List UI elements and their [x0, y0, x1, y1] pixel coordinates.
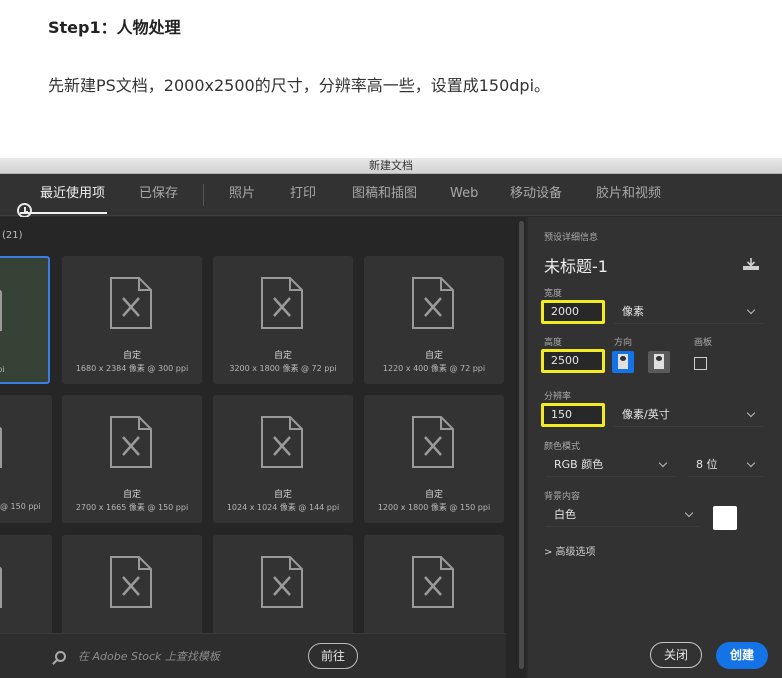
unit-dropdown[interactable]: 像素: [614, 300, 764, 324]
document-icon: [261, 277, 303, 329]
tile-name: 自定: [273, 351, 292, 361]
tab-film-video[interactable]: 胶片和视频: [596, 174, 661, 216]
preset-tile[interactable]: 2 72 ppi: [0, 256, 50, 384]
tile-name: 自定: [122, 351, 141, 361]
preset-tile[interactable]: @ 150 ppi: [0, 395, 52, 523]
tile-dims: 1200 x 1800 像素 @ 150 ppi: [377, 503, 491, 512]
color-mode-value: RGB 颜色: [554, 458, 604, 471]
color-mode-label: 颜色模式: [544, 442, 581, 452]
document-name[interactable]: 未标题-1: [544, 253, 608, 277]
tab-web[interactable]: Web: [450, 174, 478, 216]
tile-dims: 1220 x 400 像素 @ 72 ppi: [382, 364, 486, 373]
bit-depth-dropdown[interactable]: 8 位: [688, 453, 764, 477]
tile-dims: 2 72 ppi: [0, 365, 5, 374]
recent-count: (21): [2, 230, 23, 241]
document-icon: [261, 416, 303, 468]
height-label: 高度: [544, 338, 563, 348]
document-icon: [110, 277, 152, 329]
chevron-down-icon: [746, 305, 756, 315]
new-document-dialog: 新建文档 最近使用项 已保存 照片 打印 图稿和插图 Web 移动设备 胶片和视…: [0, 158, 782, 678]
preset-tile[interactable]: 自定 1680 x 2384 像素 @ 300 ppi: [62, 256, 202, 384]
tile-dims: 3200 x 1800 像素 @ 72 ppi: [229, 364, 337, 373]
preset-tile[interactable]: 自定 2700 x 1665 像素 @ 150 ppi: [62, 395, 202, 523]
preset-tile[interactable]: 自定 1024 x 1024 像素 @ 144 ppi: [213, 395, 353, 523]
preset-tile[interactable]: 自定 1220 x 400 像素 @ 72 ppi: [364, 256, 504, 384]
preset-grid: (21) 2 72 ppi 自定 1680 x 2384 像素 @ 300 pp…: [0, 217, 518, 678]
height-input[interactable]: 2500: [541, 349, 605, 373]
clock-icon: [17, 203, 32, 218]
tile-dims: @ 150 ppi: [0, 502, 41, 511]
portrait-orientation-button[interactable]: [612, 351, 634, 373]
background-dropdown[interactable]: 白色: [546, 503, 700, 527]
artboard-checkbox[interactable]: [694, 357, 707, 370]
background-value: 白色: [554, 508, 576, 521]
tab-recent[interactable]: 最近使用项: [19, 174, 108, 216]
preset-tile[interactable]: 自定 3200 x 1800 像素 @ 72 ppi: [213, 256, 353, 384]
landscape-orientation-button[interactable]: [648, 351, 670, 373]
tab-mobile[interactable]: 移动设备: [510, 174, 562, 216]
step-title: Step1：人物处理: [48, 18, 181, 37]
artboard-label: 画板: [694, 338, 713, 348]
chevron-down-icon: [658, 458, 668, 468]
unit-value: 像素: [622, 305, 644, 318]
color-mode-dropdown[interactable]: RGB 颜色: [546, 453, 676, 477]
document-icon: [412, 277, 454, 329]
document-icon: [412, 556, 454, 608]
tile-name: 自定: [424, 351, 443, 361]
tab-art-illustration[interactable]: 图稿和插图: [352, 174, 417, 216]
tile-name: 自定: [273, 490, 292, 500]
resolution-label: 分辨率: [544, 392, 572, 402]
stock-search-input[interactable]: 在 Adobe Stock 上查找模板: [78, 648, 220, 664]
chevron-down-icon: [746, 458, 756, 468]
instruction-paragraph: 先新建PS文档，2000x2500的尺寸，分辨率高一些，设置成150dpi。: [48, 76, 551, 95]
bit-depth-value: 8 位: [696, 458, 718, 471]
go-button[interactable]: 前往: [308, 643, 358, 669]
tile-dims: 1024 x 1024 像素 @ 144 ppi: [226, 503, 340, 512]
orientation-label: 方向: [614, 338, 633, 348]
tab-print[interactable]: 打印: [290, 174, 316, 216]
document-icon: [110, 556, 152, 608]
resolution-unit-value: 像素/英寸: [622, 408, 670, 421]
chevron-down-icon: [746, 408, 756, 418]
document-icon: [261, 556, 303, 608]
preset-tab-bar: 最近使用项 已保存 照片 打印 图稿和插图 Web 移动设备 胶片和视频: [0, 174, 782, 218]
tab-saved[interactable]: 已保存: [139, 174, 178, 216]
tile-dims: 1680 x 2384 像素 @ 300 ppi: [75, 364, 189, 373]
tab-photo[interactable]: 照片: [229, 174, 255, 216]
document-icon: [110, 416, 152, 468]
chevron-down-icon: [684, 508, 694, 518]
document-icon: [0, 426, 2, 468]
width-label: 宽度: [544, 289, 563, 299]
search-icon: [55, 651, 66, 662]
advanced-options-toggle[interactable]: > 高级选项: [544, 543, 596, 558]
document-icon: [0, 289, 2, 331]
background-label: 背景内容: [544, 492, 581, 502]
preset-details-label: 预设详细信息: [544, 233, 599, 243]
stock-search-bar: 在 Adobe Stock 上查找模板 前往: [0, 633, 506, 678]
document-icon: [0, 566, 2, 608]
background-color-swatch[interactable]: [713, 506, 737, 530]
tile-dims: 2700 x 1665 像素 @ 150 ppi: [75, 503, 189, 512]
preset-details-panel: 预设详细信息 未标题-1 宽度 2000 像素 高度 方向 画板 2500 分辨…: [528, 217, 782, 678]
width-input[interactable]: 2000: [541, 300, 605, 324]
preset-tile[interactable]: 自定 1200 x 1800 像素 @ 150 ppi: [364, 395, 504, 523]
tab-divider: [203, 184, 204, 206]
save-preset-icon[interactable]: [742, 257, 760, 271]
tile-name: 自定: [424, 490, 443, 500]
create-button[interactable]: 创建: [716, 642, 768, 669]
window-title: 新建文档: [0, 158, 782, 174]
tile-name: 自定: [122, 490, 141, 500]
close-button[interactable]: 关闭: [650, 642, 702, 668]
resolution-unit-dropdown[interactable]: 像素/英寸: [614, 403, 764, 427]
resolution-input[interactable]: 150: [541, 403, 605, 427]
scrollbar-thumb[interactable]: [519, 221, 524, 669]
article-section: Step1：人物处理 先新建PS文档，2000x2500的尺寸，分辨率高一些，设…: [0, 0, 782, 158]
document-icon: [412, 416, 454, 468]
